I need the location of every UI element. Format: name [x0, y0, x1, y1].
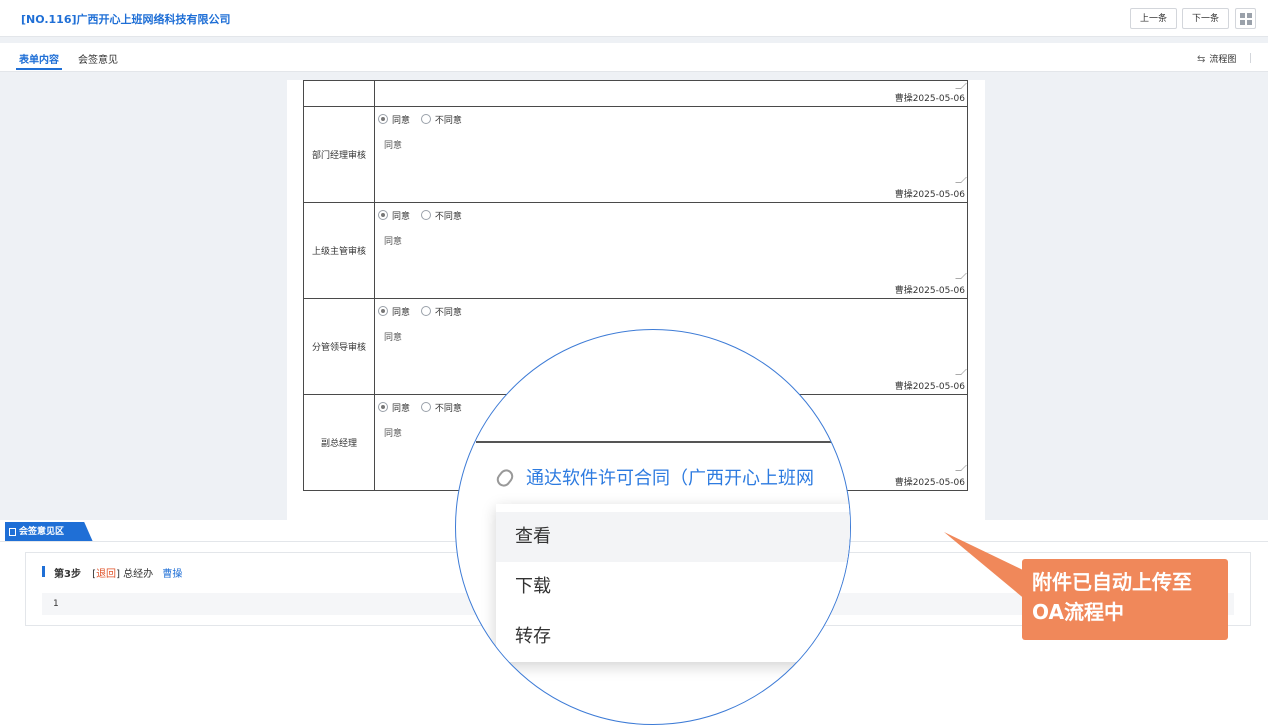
- disagree-label: 不同意: [434, 404, 462, 414]
- opinion-text[interactable]: 同意: [384, 234, 402, 247]
- opinion-text[interactable]: 同意: [384, 138, 402, 151]
- screenshot-stage: [NO.116]广西开心上班网络科技有限公司 上一条 下一条 表单内容 会签意见…: [0, 0, 1268, 725]
- callout-line-1: 附件已自动上传至: [1032, 570, 1192, 594]
- signer-date: 曹操2025-05-06: [894, 190, 965, 200]
- approval-radio-group: 同意 不同意: [378, 305, 462, 318]
- page-title: [NO.116]广西开心上班网络科技有限公司: [21, 13, 231, 26]
- agree-radio[interactable]: [378, 306, 388, 316]
- resize-handle[interactable]: [955, 465, 967, 471]
- step-number: 第3步: [54, 569, 81, 580]
- signer-date: 曹操2025-05-06: [894, 286, 965, 296]
- disagree-label: 不同意: [434, 116, 462, 126]
- tab-bar: 表单内容 会签意见 ⇆ 流程图: [0, 43, 1268, 72]
- table-row: 部门经理审核 同意 不同意 同意 曹操2025-05-06: [303, 106, 968, 203]
- agree-radio[interactable]: [378, 402, 388, 412]
- signer-date: 曹操2025-05-06: [894, 382, 965, 392]
- person-link[interactable]: 曹操: [162, 569, 182, 580]
- document-icon: [9, 528, 16, 536]
- divider: [476, 441, 836, 443]
- resize-handle[interactable]: [955, 177, 967, 183]
- attachment-name: 通达软件许可合同（广西开心上班网: [526, 468, 814, 489]
- agree-label: 同意: [392, 308, 411, 318]
- approval-radio-group: 同意 不同意: [378, 401, 462, 414]
- active-tab-indicator: [16, 68, 62, 70]
- menu-item-save-to[interactable]: 转存: [496, 612, 850, 662]
- table-row: 曹操2025-05-06: [303, 80, 968, 107]
- opinion-text[interactable]: 同意: [384, 426, 402, 439]
- callout-line-2: OA流程中: [1032, 600, 1124, 624]
- disagree-radio[interactable]: [420, 114, 431, 124]
- agree-label: 同意: [392, 404, 411, 414]
- step-info: 第3步 [退回] 总经办 曹操: [54, 565, 182, 580]
- menu-item-download[interactable]: 下载: [496, 562, 850, 612]
- tab-countersign[interactable]: 会签意见: [78, 51, 118, 66]
- tab-form-content[interactable]: 表单内容: [19, 51, 59, 66]
- disagree-radio[interactable]: [420, 210, 431, 220]
- disagree-radio[interactable]: [420, 306, 431, 316]
- attachment-context-menu: 查看 下载 转存: [496, 504, 850, 662]
- approval-radio-group: 同意 不同意: [378, 113, 462, 126]
- agree-radio[interactable]: [378, 114, 388, 124]
- resize-handle[interactable]: [955, 83, 967, 89]
- signer-date: 曹操2025-05-06: [894, 478, 965, 488]
- row-label: [303, 80, 375, 107]
- agree-radio[interactable]: [378, 210, 388, 220]
- section-title: 会签意见区: [19, 527, 65, 537]
- annotation-callout: 附件已自动上传至 OA流程中: [1022, 559, 1228, 640]
- flowchart-link[interactable]: ⇆ 流程图: [1197, 52, 1236, 65]
- disagree-label: 不同意: [434, 308, 462, 318]
- menu-item-view[interactable]: 查看: [496, 512, 850, 562]
- opinion-text[interactable]: 同意: [384, 330, 402, 343]
- attachment-link[interactable]: 通达软件许可合同（广西开心上班网: [496, 464, 814, 490]
- agree-label: 同意: [392, 212, 411, 222]
- row-label: 副总经理: [303, 394, 375, 491]
- status-badge: 退回: [96, 569, 117, 580]
- grid-menu-button[interactable]: [1235, 8, 1256, 29]
- agree-label: 同意: [392, 116, 411, 126]
- disagree-label: 不同意: [434, 212, 462, 222]
- countersign-section-tab[interactable]: 会签意见区: [5, 522, 93, 542]
- step-marker: [42, 566, 45, 577]
- table-row: 上级主管审核 同意 不同意 同意 曹操2025-05-06: [303, 202, 968, 299]
- bracket: ]: [116, 569, 120, 580]
- row-label: 部门经理审核: [303, 106, 375, 203]
- department: 总经办: [123, 569, 154, 580]
- flow-icon: ⇆: [1197, 54, 1206, 65]
- signer-date: 曹操2025-05-06: [894, 94, 965, 104]
- disagree-radio[interactable]: [420, 402, 431, 412]
- prev-record-button[interactable]: 上一条: [1130, 8, 1178, 29]
- opinion-cell: 同意 不同意 同意 曹操2025-05-06: [374, 106, 968, 203]
- next-record-button[interactable]: 下一条: [1182, 8, 1230, 29]
- magnifier-overlay: 通达软件许可合同（广西开心上班网 查看 下载 转存: [455, 329, 851, 725]
- opinion-cell: 曹操2025-05-06: [374, 80, 968, 107]
- opinion-cell: 同意 不同意 同意 曹操2025-05-06: [374, 202, 968, 299]
- divider: [1250, 53, 1251, 63]
- flowchart-label: 流程图: [1209, 55, 1237, 65]
- row-label: 分管领导审核: [303, 298, 375, 395]
- resize-handle[interactable]: [955, 369, 967, 375]
- header-bar: [NO.116]广西开心上班网络科技有限公司 上一条 下一条: [0, 0, 1268, 37]
- approval-radio-group: 同意 不同意: [378, 209, 462, 222]
- row-label: 上级主管审核: [303, 202, 375, 299]
- resize-handle[interactable]: [955, 273, 967, 279]
